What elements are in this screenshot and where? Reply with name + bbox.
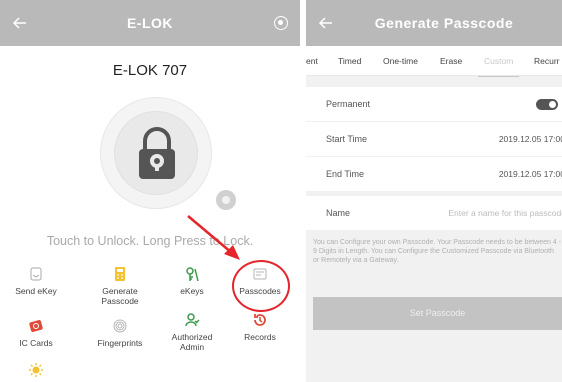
permanent-label: Permanent <box>326 99 371 109</box>
name-label: Name <box>326 208 351 218</box>
start-time-label: Start Time <box>326 134 368 144</box>
lock-screen: E-LOK E-LOK 707 Touch to Unlock. Long Pr… <box>0 0 300 382</box>
passcode-note: You can Configure your own Passcode. You… <box>313 239 562 264</box>
end-time-row[interactable]: End Time 2019.12.05 17:00 <box>306 157 562 191</box>
name-row: Name Enter a name for this passcode <box>306 196 562 230</box>
start-time-value: 2019.12.05 17:00 <box>498 134 562 144</box>
generate-passcode-screen: Generate Passcode ent Timed One-time Era… <box>306 0 562 382</box>
name-input[interactable]: Enter a name for this passcode <box>448 196 562 230</box>
highlight-arrow-icon <box>187 215 240 260</box>
tab-custom[interactable]: Custom <box>478 46 520 77</box>
set-passcode-button[interactable]: Set Passcode <box>313 297 562 330</box>
tab-timed[interactable]: Timed <box>338 46 361 76</box>
permanent-row: Permanent <box>306 87 562 121</box>
tab-one-time[interactable]: One-time <box>383 46 418 76</box>
permanent-toggle[interactable] <box>536 99 558 110</box>
tab-permanent[interactable]: ent <box>306 46 318 76</box>
start-time-row[interactable]: Start Time 2019.12.05 17:00 <box>306 122 562 156</box>
end-time-label: End Time <box>326 169 365 179</box>
passcode-title: Generate Passcode <box>374 15 514 31</box>
tab-recurring[interactable]: Recurr <box>534 46 560 76</box>
end-time-value: 2019.12.05 17:00 <box>498 169 562 179</box>
passcode-header: Generate Passcode <box>306 0 562 46</box>
passcode-tabs: ent Timed One-time Erase Custom Recurr <box>306 46 562 77</box>
tab-erase[interactable]: Erase <box>440 46 462 76</box>
